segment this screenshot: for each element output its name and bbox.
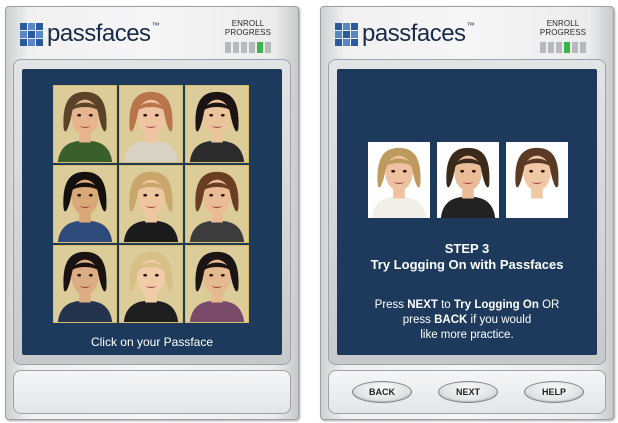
progress-step [556, 42, 562, 53]
enroll-progress-bar [523, 42, 603, 53]
next-button[interactable]: NEXT [438, 381, 498, 403]
passface-row [368, 142, 568, 218]
passface-image [437, 142, 499, 218]
step-subtitle: Try Logging On with Passfaces [370, 257, 564, 272]
face-tile[interactable] [119, 245, 183, 323]
button-bar-empty [13, 370, 291, 414]
instr-try-phrase: Try Logging On [453, 299, 539, 311]
face-tile[interactable] [185, 245, 249, 323]
progress-step [265, 42, 271, 53]
logo-text: passfaces [362, 20, 466, 47]
enroll-progress: ENROLL PROGRESS [523, 19, 603, 53]
enroll-progress-label: ENROLL PROGRESS [539, 19, 587, 37]
enroll-progress: ENROLL PROGRESS [208, 19, 288, 53]
progress-step [572, 42, 578, 53]
progress-step [580, 42, 586, 53]
face-grid [53, 85, 249, 323]
back-button[interactable]: BACK [352, 381, 412, 403]
click-instruction: Click on your Passface [90, 335, 214, 349]
progress-step [249, 42, 255, 53]
instr-text: Press [374, 299, 408, 311]
passfaces-grid-icon [20, 22, 43, 46]
step-heading: STEP 3 Try Logging On with Passfaces [337, 241, 597, 273]
help-button[interactable]: HELP [524, 381, 584, 403]
progress-step [225, 42, 231, 53]
face-tile[interactable] [119, 85, 183, 163]
step-instructions: Press NEXT to Try Logging On OR press BA… [337, 298, 597, 343]
face-tile[interactable] [53, 85, 117, 163]
logo-text: passfaces [47, 20, 151, 47]
screen-frame: STEP 3 Try Logging On with Passfaces Pre… [328, 59, 606, 365]
instr-next-word: NEXT [407, 299, 438, 311]
passfaces-logo: passfaces ™ [20, 20, 160, 47]
face-tile[interactable] [185, 85, 249, 163]
step-title: STEP 3 [444, 241, 490, 256]
progress-step [548, 42, 554, 53]
screen-frame: Click on your Passface [13, 59, 291, 365]
enroll-panel-left: passfaces ™ ENROLL PROGRESS Click on you… [5, 6, 299, 420]
progress-step [233, 42, 239, 53]
enroll-progress-label: ENROLL PROGRESS [224, 19, 272, 37]
instr-text: like more practice. [420, 329, 514, 341]
step-screen: STEP 3 Try Logging On with Passfaces Pre… [337, 69, 597, 355]
trademark-symbol: ™ [151, 20, 160, 30]
instr-text: if you would [467, 314, 532, 326]
instr-text: to [437, 299, 454, 311]
trademark-symbol: ™ [466, 20, 475, 30]
progress-step [257, 42, 263, 53]
instr-text: OR [538, 299, 560, 311]
face-tile[interactable] [53, 245, 117, 323]
face-tile[interactable] [53, 165, 117, 243]
face-tile[interactable] [119, 165, 183, 243]
passface-image [506, 142, 568, 218]
progress-step [241, 42, 247, 53]
button-bar: BACK NEXT HELP [328, 370, 606, 414]
progress-step [540, 42, 546, 53]
passfaces-logo: passfaces ™ [335, 20, 475, 47]
face-selection-screen: Click on your Passface [22, 69, 282, 355]
instr-text: press [402, 314, 435, 326]
passfaces-grid-icon [335, 22, 358, 46]
progress-step [564, 42, 570, 53]
passface-image [368, 142, 430, 218]
instr-back-word: BACK [434, 314, 468, 326]
enroll-progress-bar [208, 42, 288, 53]
enroll-panel-right: passfaces ™ ENROLL PROGRESS STEP 3 Try L… [320, 6, 614, 420]
face-tile[interactable] [185, 165, 249, 243]
